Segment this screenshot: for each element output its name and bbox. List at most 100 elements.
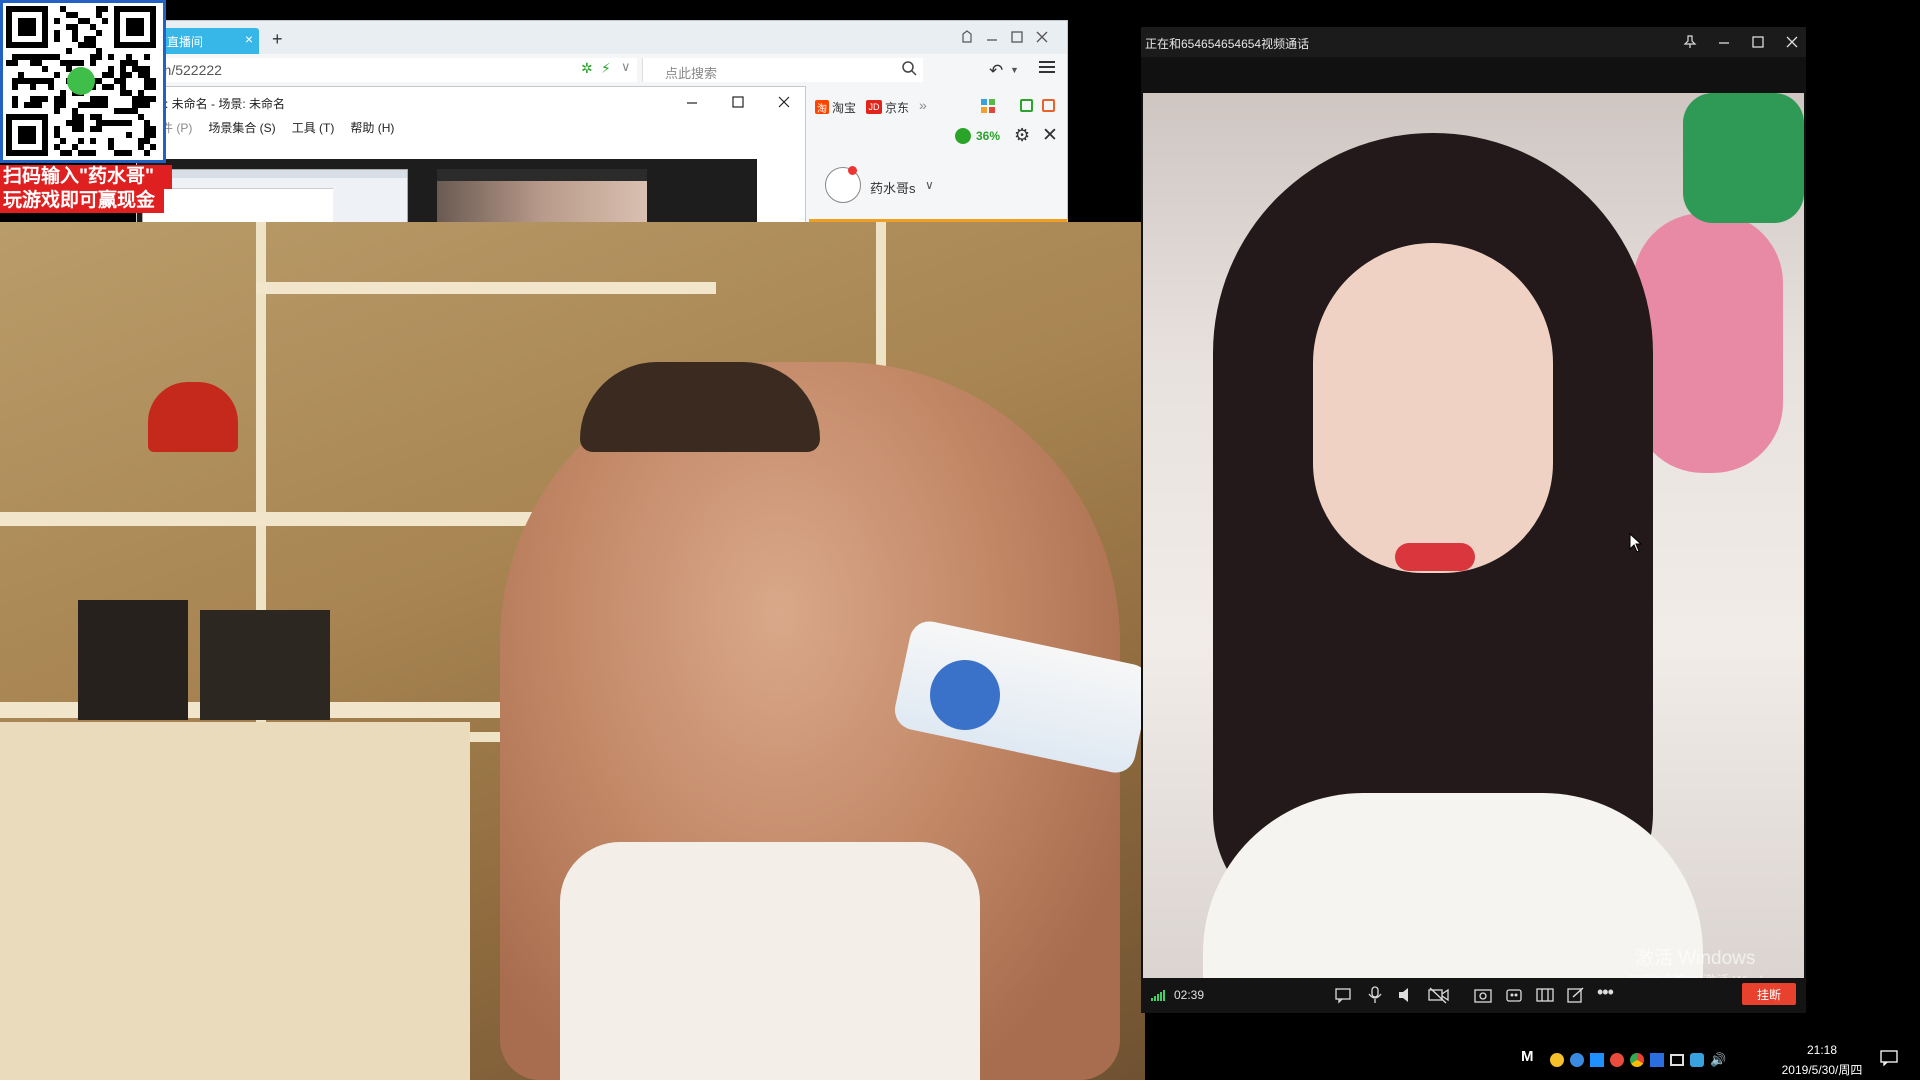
remote-video-feed: 激活 Windows 转到"设置"以激活 Windows。 [1143,93,1804,1005]
bookmark-jd[interactable]: JD 京东 [866,98,909,116]
security-icon: ✲ [581,60,593,76]
gift-icon[interactable] [1042,99,1055,112]
camera-off-icon[interactable] [1428,986,1450,1009]
apps-grid-icon[interactable] [981,99,995,118]
streamer-hair [580,362,820,452]
jd-icon: JD [866,100,882,114]
mouse-cursor-icon [1629,532,1643,558]
shelf-board [0,512,600,526]
clock[interactable]: 21:18 2019/5/30/周四 [1772,1043,1872,1078]
red-hat [148,382,238,452]
record-icon[interactable] [1505,986,1523,1009]
qq-icon[interactable] [1550,1053,1564,1067]
shelf-board [256,282,716,294]
call-duration: 02:39 [1174,988,1205,1002]
volume-icon[interactable]: 🔊 [1710,1052,1726,1068]
obs-menu-help[interactable]: 帮助 (H) [350,119,394,137]
call-titlebar: 正在和654654654654视频通话 [1141,27,1806,57]
overlay-line-2: 玩游戏即可赢现金 [0,189,164,213]
obs-menubar: 视文件 (P) 场景集合 (S) 工具 (T) 帮助 (H) [137,119,394,137]
hangup-button[interactable]: 挂断 [1742,983,1796,1005]
undo-icon[interactable]: ↶ [989,61,1003,81]
obs-close-button[interactable] [772,90,796,114]
menu-icon[interactable] [1038,59,1056,80]
obs-preview-canvas [137,159,757,225]
person-face [1313,243,1553,573]
new-tab-button[interactable]: + [272,29,283,50]
notification-icon[interactable] [1880,1050,1898,1071]
mic-icon[interactable] [1366,986,1384,1009]
edit-icon[interactable] [1567,986,1585,1009]
obs-maximize-button[interactable] [726,90,750,114]
call-minimize-button[interactable] [1712,30,1736,54]
bookmark-label: 京东 [885,100,910,115]
speaker-icon[interactable] [1397,986,1415,1009]
bookmark-taobao[interactable]: 淘 淘宝 [815,98,856,116]
more-icon[interactable]: ••• [1597,982,1614,1003]
user-name[interactable]: 药水哥s [870,178,916,197]
kuwo-icon[interactable] [1650,1053,1664,1067]
screenshot-icon[interactable] [1474,986,1492,1009]
clock-time: 21:18 [1806,1043,1838,1057]
taobao-icon: 淘 [815,100,829,115]
speaker-left [78,600,188,720]
dropdown-chevron-icon[interactable]: ∨ [621,59,631,75]
browser-maximize-button[interactable] [1005,25,1029,49]
bookmarks-more[interactable]: » [919,97,927,113]
address-bar[interactable]: .com/522222 ✲ ⚡ ∨ [137,58,637,82]
cabinet-doors [0,722,470,1080]
preview-browser-thumbnail [142,169,408,225]
panel-close-icon[interactable]: ✕ [1042,124,1058,147]
tray-icons: 🔊 [1550,1052,1726,1068]
pin-icon[interactable] [1678,30,1702,54]
qr-code-frame [0,0,166,163]
chrome-icon[interactable] [1630,1053,1644,1067]
qr-code-image [6,6,156,156]
obs-window: 文件: 未命名 - 场景: 未命名 视文件 (P) 场景集合 (S) 工具 (T… [136,86,806,225]
search-input[interactable]: 点此搜索 [665,63,717,82]
search-icon[interactable] [901,60,917,81]
network-icon[interactable] [1670,1054,1684,1066]
call-title: 正在和654654654654视频通话 [1145,37,1310,51]
call-close-button[interactable] [1780,30,1804,54]
search-box[interactable]: 点此搜索 [642,58,923,82]
browser-minimize-button[interactable] [980,25,1004,49]
settings-gear-icon[interactable]: ⚙ [1014,125,1030,146]
undo-dropdown-icon[interactable]: ▼ [1010,65,1019,75]
app-icon[interactable] [1590,1053,1604,1067]
game-icon[interactable] [1610,1053,1624,1067]
clock-date: 2019/5/30/周四 [1781,1063,1863,1077]
chat-icon[interactable] [1334,986,1352,1009]
speed-icon: ⚡ [601,60,611,76]
video-call-window: 正在和654654654654视频通话 激活 Windows 转到"设置"以激活… [1141,27,1806,1013]
system-tray: M 🔊 21:18 2019/5/30/周四 [1500,1040,1920,1080]
shield-icon[interactable] [1690,1053,1704,1067]
call-toolbar: 02:39 ••• 挂断 [1141,978,1806,1013]
watermark-line-1: 激活 Windows [1635,948,1756,969]
browser-skin-icon[interactable] [955,25,979,49]
overlay-line-1: 扫码输入"药水哥" [0,165,172,189]
tank-top [560,842,980,1080]
streamer-webcam-feed [0,222,1154,1080]
qr-overlay-caption: 扫码输入"药水哥" 玩游戏即可赢现金 [0,165,172,215]
obs-menu-tools[interactable]: 工具 (T) [292,119,335,137]
user-dropdown-icon[interactable]: ∨ [925,178,934,192]
speaker-right [200,610,330,720]
battery-percent: 36% [976,129,1001,143]
call-maximize-button[interactable] [1746,30,1770,54]
user-avatar[interactable] [825,166,861,203]
reader-icon[interactable] [1020,99,1033,112]
obs-minimize-button[interactable] [680,90,704,114]
ime-indicator[interactable]: M [1521,1048,1534,1065]
split-screen-icon[interactable] [1536,986,1554,1009]
obs-menu-scene-collection[interactable]: 场景集合 (S) [208,119,275,137]
battery-icon [955,128,971,144]
pink-plush [1633,213,1783,473]
preview-call-thumbnail [437,169,647,223]
person-lips [1395,543,1475,571]
tab-close-icon[interactable]: × [245,31,253,47]
hangup-label: 挂断 [1756,987,1781,1002]
browser-icon[interactable] [1570,1053,1584,1067]
browser-close-button[interactable] [1030,25,1054,49]
wechat-logo-icon [67,67,95,95]
